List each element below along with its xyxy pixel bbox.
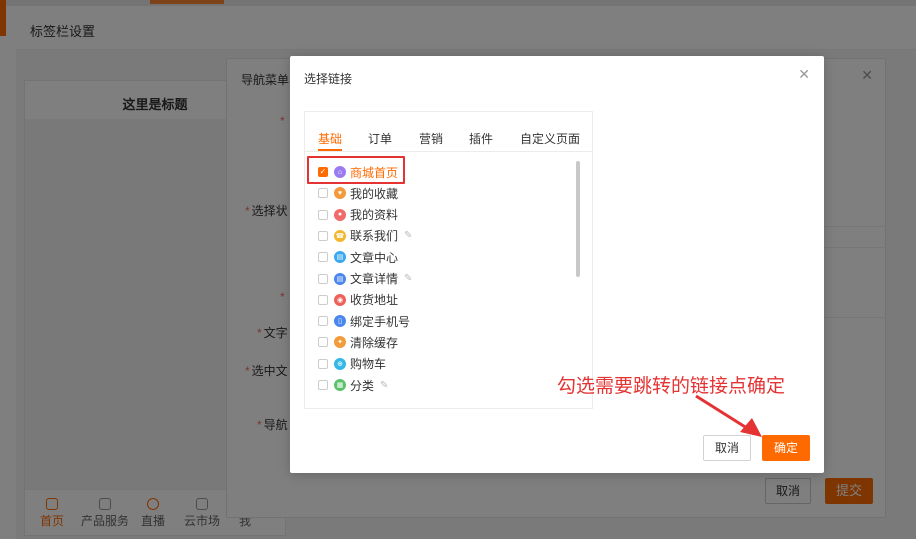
- checkbox[interactable]: [318, 273, 328, 284]
- article-detail-icon: ▤: [334, 272, 346, 285]
- tab-plugins[interactable]: 插件: [469, 130, 493, 147]
- tab-basic[interactable]: 基础: [318, 130, 342, 147]
- checkbox[interactable]: [318, 380, 328, 390]
- link-list-item[interactable]: ☎ 联系我们 ✎: [318, 226, 412, 246]
- link-item-label: 绑定手机号: [350, 314, 411, 329]
- checkbox[interactable]: [318, 209, 328, 220]
- link-item-label: 联系我们: [350, 229, 399, 244]
- checkbox[interactable]: [318, 230, 328, 241]
- profile-icon: ●: [334, 208, 346, 221]
- link-item-label: 清除缓存: [350, 335, 399, 350]
- annotation-arrow: [695, 394, 762, 437]
- edit-icon[interactable]: ✎: [404, 230, 412, 241]
- edit-icon[interactable]: ✎: [404, 273, 412, 284]
- location-icon: ◉: [334, 293, 346, 306]
- link-list-item[interactable]: ● 我的资料: [318, 205, 398, 225]
- checkbox[interactable]: [318, 337, 328, 348]
- link-list-item[interactable]: ⊕ 购物车: [318, 354, 386, 374]
- category-icon: ▦: [334, 379, 346, 391]
- contact-icon: ☎: [334, 229, 346, 242]
- link-list-item[interactable]: ♥ 我的收藏: [318, 183, 398, 203]
- checkbox[interactable]: [318, 188, 328, 199]
- link-item-label: 文章中心: [350, 250, 399, 265]
- checkbox[interactable]: [318, 358, 328, 369]
- phone-icon: ▯: [334, 315, 346, 328]
- checkbox[interactable]: [318, 252, 328, 263]
- link-list-item[interactable]: ▤ 文章中心: [318, 247, 398, 267]
- tab-orders[interactable]: 订单: [368, 130, 392, 147]
- selection-highlight-box: [307, 156, 405, 184]
- link-item-label: 收货地址: [350, 293, 399, 308]
- link-item-label: 分类: [350, 378, 375, 393]
- link-item-label: 购物车: [350, 357, 387, 372]
- link-item-label: 文章详情: [350, 272, 399, 286]
- list-scrollbar[interactable]: [576, 161, 580, 277]
- clear-cache-icon: ✦: [334, 336, 346, 349]
- link-list-item[interactable]: ◉ 收货地址: [318, 290, 398, 310]
- close-icon[interactable]: ✕: [798, 66, 810, 83]
- edit-icon[interactable]: ✎: [380, 380, 388, 391]
- article-icon: ▤: [334, 251, 346, 264]
- link-list-item[interactable]: ▦ 分类 ✎: [318, 375, 388, 395]
- active-tab-underline: [318, 149, 342, 151]
- dialog-title: 选择链接: [304, 72, 353, 86]
- link-list-item[interactable]: ✦ 清除缓存: [318, 332, 398, 352]
- tab-custom-page[interactable]: 自定义页面: [520, 130, 580, 147]
- cart-icon: ⊕: [334, 357, 346, 370]
- link-type-tabs: 基础 订单 营销 插件 自定义页面: [305, 112, 592, 152]
- heart-icon: ♥: [334, 187, 346, 200]
- tab-marketing[interactable]: 营销: [419, 130, 443, 147]
- link-list-item[interactable]: ▯ 绑定手机号: [318, 311, 410, 331]
- checkbox[interactable]: [318, 294, 328, 305]
- link-list-item[interactable]: ▤ 文章详情 ✎: [318, 269, 412, 289]
- link-item-label: 我的收藏: [350, 186, 399, 201]
- checkbox[interactable]: [318, 316, 328, 327]
- link-item-label: 我的资料: [350, 208, 399, 223]
